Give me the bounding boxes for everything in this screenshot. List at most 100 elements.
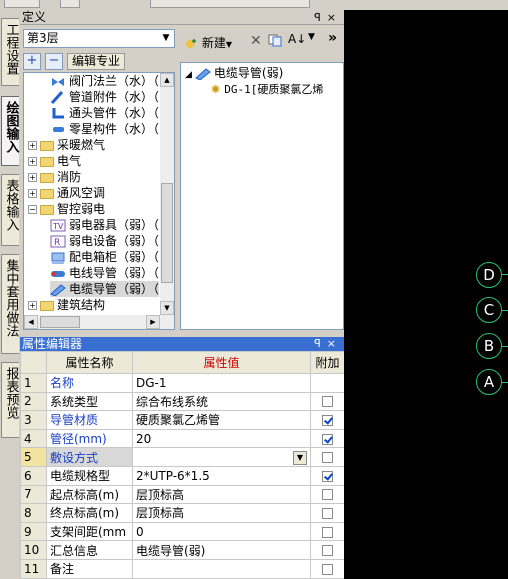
property-value[interactable]: 层顶标高	[132, 484, 311, 505]
table-row[interactable]: 11 备注	[20, 558, 345, 579]
expand-icon[interactable]: +	[28, 173, 37, 182]
property-value[interactable]: 2*UTP-6*1.5	[132, 465, 311, 486]
property-value[interactable]: ▼	[132, 447, 311, 467]
scroll-thumb[interactable]	[40, 316, 80, 328]
table-row[interactable]: 6 电缆规格型 2*UTP-6*1.5	[20, 465, 345, 486]
pin-icon[interactable]: ꟼ	[314, 11, 327, 24]
tree-item[interactable]: 零星构件（水）（	[50, 121, 159, 137]
expand-icon[interactable]: +	[28, 301, 37, 310]
table-row[interactable]: 4 管径(mm) 20	[20, 428, 345, 449]
tree-folder[interactable]: + 通风空调	[28, 185, 105, 201]
tree-item-label: 通风空调	[57, 186, 106, 200]
header-value: 属性值	[132, 351, 311, 374]
attach-checkbox[interactable]	[322, 545, 333, 557]
collapse-icon[interactable]: −	[28, 205, 37, 214]
close-icon[interactable]: ×	[327, 337, 342, 350]
scroll-down-button[interactable]: ▼	[160, 301, 174, 315]
property-value[interactable]	[132, 558, 311, 579]
scroll-right-button[interactable]: ▶	[146, 315, 160, 329]
list-folder[interactable]: ◢ 电缆导管(弱)	[185, 65, 283, 81]
tree-item[interactable]: 配电箱柜（弱）（	[50, 249, 159, 265]
chevron-down-icon[interactable]: ▼	[293, 450, 307, 465]
attach-checkbox[interactable]	[322, 489, 333, 501]
property-value[interactable]: 0	[132, 521, 311, 542]
pin-icon[interactable]: ꟼ	[314, 337, 327, 350]
tree-item[interactable]: 阀门法兰（水）（	[50, 73, 159, 89]
copy-icon[interactable]	[268, 34, 282, 50]
attach-checkbox[interactable]	[322, 433, 333, 445]
remove-button[interactable]: −	[45, 53, 63, 70]
attach-checkbox[interactable]	[322, 396, 333, 408]
chevron-down-icon[interactable]: ▼	[308, 32, 315, 42]
table-row[interactable]: 10 汇总信息 电缆导管(弱)	[20, 540, 345, 560]
axis-marker[interactable]: B	[476, 333, 502, 359]
tab-apply-methods[interactable]: 集中套用做法	[1, 254, 19, 354]
tab-report-preview[interactable]: 报表预览	[1, 362, 19, 438]
attach-checkbox[interactable]	[322, 563, 333, 575]
table-row[interactable]: 3 导管材质 硬质聚氯乙烯管	[20, 410, 345, 430]
vertical-scrollbar[interactable]: ▲ ▼	[160, 73, 174, 329]
top-tab[interactable]	[4, 0, 40, 8]
row-number: 2	[20, 391, 47, 412]
attach-checkbox[interactable]	[322, 452, 333, 464]
add-button[interactable]: +	[23, 53, 41, 70]
property-value[interactable]: 层顶标高	[132, 503, 311, 523]
table-row[interactable]: 2 系统类型 综合布线系统	[20, 391, 345, 412]
tree-item[interactable]: 管道附件（水）（	[50, 89, 159, 105]
attach-cell	[310, 428, 345, 449]
sort-icon[interactable]: A↓	[288, 32, 306, 46]
top-tab[interactable]	[150, 0, 310, 8]
table-row[interactable]: 8 终点标高(m) 层顶标高	[20, 503, 345, 523]
axis-marker[interactable]: C	[476, 297, 502, 323]
expand-icon[interactable]: +	[28, 157, 37, 166]
tree-folder[interactable]: − 智控弱电	[28, 201, 105, 217]
expand-icon[interactable]: +	[28, 189, 37, 198]
overflow-chevron-icon[interactable]: »	[328, 30, 337, 46]
scroll-thumb[interactable]	[161, 183, 173, 283]
edit-spec-button[interactable]: 编辑专业	[67, 53, 126, 70]
tree-item[interactable]: 电线导管（弱）（	[50, 265, 159, 281]
table-row[interactable]: 1 名称 DG-1	[20, 373, 345, 393]
scroll-up-button[interactable]: ▲	[160, 73, 174, 87]
tab-project-settings[interactable]: 工程设置	[1, 18, 19, 86]
new-button[interactable]: 新建▼	[184, 34, 232, 51]
attach-checkbox[interactable]	[322, 526, 333, 538]
tab-table-input[interactable]: 表格输入	[1, 174, 19, 246]
tree-folder[interactable]: + 消防	[28, 169, 81, 185]
floor-select[interactable]: 第3层 ▼	[23, 29, 175, 48]
list-item[interactable]: ✺ DG-1[硬质聚氯乙烯	[211, 81, 323, 97]
property-value[interactable]: DG-1	[132, 373, 311, 393]
table-row[interactable]: 5 敷设方式 ▼	[20, 447, 345, 467]
tree-item[interactable]: TV 弱电器具（弱）（	[50, 217, 159, 233]
tab-drawing-input[interactable]: 绘图输入	[1, 96, 19, 166]
tree-folder[interactable]: + 建筑结构	[28, 297, 105, 313]
scroll-left-button[interactable]: ◀	[24, 315, 38, 329]
attach-checkbox[interactable]	[322, 414, 333, 426]
property-value-text: 层顶标高	[136, 487, 185, 502]
tree-item-label: 配电箱柜（弱）（	[69, 250, 160, 264]
collapse-icon[interactable]: ◢	[185, 70, 192, 80]
top-tab[interactable]	[60, 0, 80, 8]
left-vertical-tabs: 工程设置 绘图输入 表格输入 集中套用做法 报表预览	[0, 10, 20, 579]
tree-folder[interactable]: + 采暖燃气	[28, 137, 105, 153]
tree-item-selected[interactable]: 电缆导管（弱）（	[50, 281, 160, 297]
expand-icon[interactable]: +	[28, 141, 37, 150]
property-value[interactable]: 电缆导管(弱)	[132, 540, 311, 560]
delete-icon[interactable]: ✕	[250, 33, 262, 49]
close-icon[interactable]: ×	[327, 11, 342, 24]
tree-folder[interactable]: + 电气	[28, 153, 81, 169]
tree-item[interactable]: 通头管件（水）（	[50, 105, 159, 121]
drawing-canvas[interactable]: D C B A	[344, 10, 508, 579]
tree-item[interactable]: R 弱电设备（弱）（	[50, 233, 159, 249]
property-value[interactable]: 20	[132, 428, 311, 449]
chevron-down-icon[interactable]: ▼	[158, 30, 174, 47]
property-value[interactable]: 硬质聚氯乙烯管	[132, 410, 311, 430]
horizontal-scrollbar[interactable]: ◀ ▶	[24, 315, 160, 329]
table-row[interactable]: 9 支架间距(mm 0	[20, 521, 345, 542]
axis-marker[interactable]: A	[476, 369, 502, 395]
axis-marker[interactable]: D	[476, 262, 502, 288]
table-row[interactable]: 7 起点标高(m) 层顶标高	[20, 484, 345, 505]
attach-checkbox[interactable]	[322, 470, 333, 482]
attach-checkbox[interactable]	[322, 507, 333, 519]
property-value[interactable]: 综合布线系统	[132, 391, 311, 412]
